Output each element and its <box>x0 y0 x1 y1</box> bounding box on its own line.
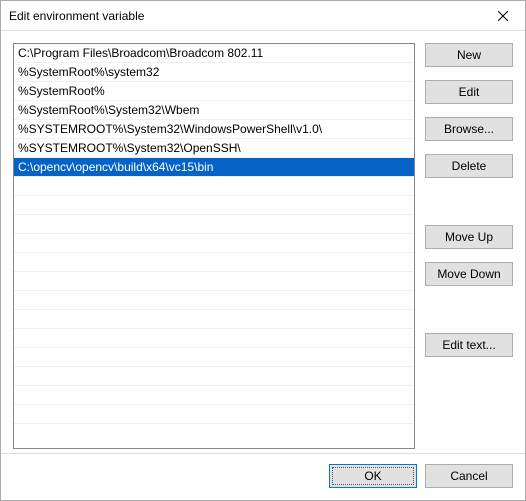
close-button[interactable] <box>481 1 525 31</box>
path-list-empty-row[interactable] <box>14 291 414 310</box>
path-list-empty-row[interactable] <box>14 177 414 196</box>
edit-button[interactable]: Edit <box>425 80 513 104</box>
edit-text-button[interactable]: Edit text... <box>425 333 513 357</box>
path-list-item[interactable]: %SYSTEMROOT%\System32\WindowsPowerShell\… <box>14 120 414 139</box>
path-list-empty-row[interactable] <box>14 196 414 215</box>
dialog-body: C:\Program Files\Broadcom\Broadcom 802.1… <box>1 31 525 453</box>
dialog-window: Edit environment variable C:\Program Fil… <box>0 0 526 501</box>
browse-button[interactable]: Browse... <box>425 117 513 141</box>
move-up-button[interactable]: Move Up <box>425 225 513 249</box>
side-button-column: New Edit Browse... Delete Move Up Move D… <box>425 43 513 449</box>
path-list-empty-row[interactable] <box>14 234 414 253</box>
window-title: Edit environment variable <box>9 9 144 23</box>
path-list-empty-row[interactable] <box>14 386 414 405</box>
path-list-item[interactable]: %SystemRoot% <box>14 82 414 101</box>
path-list-item[interactable]: %SystemRoot%\System32\Wbem <box>14 101 414 120</box>
path-list-empty-row[interactable] <box>14 405 414 424</box>
path-list-item[interactable]: C:\Program Files\Broadcom\Broadcom 802.1… <box>14 44 414 63</box>
path-list-empty-row[interactable] <box>14 215 414 234</box>
path-list-empty-row[interactable] <box>14 424 414 443</box>
path-list-empty-row[interactable] <box>14 329 414 348</box>
close-icon <box>498 11 508 21</box>
path-list-item[interactable]: C:\opencv\opencv\build\x64\vc15\bin <box>14 158 414 177</box>
new-button[interactable]: New <box>425 43 513 67</box>
path-list-empty-row[interactable] <box>14 367 414 386</box>
cancel-button[interactable]: Cancel <box>425 464 513 488</box>
path-list[interactable]: C:\Program Files\Broadcom\Broadcom 802.1… <box>13 43 415 449</box>
ok-button[interactable]: OK <box>329 464 417 488</box>
path-list-empty-row[interactable] <box>14 272 414 291</box>
path-list-empty-row[interactable] <box>14 310 414 329</box>
move-down-button[interactable]: Move Down <box>425 262 513 286</box>
path-list-item[interactable]: %SYSTEMROOT%\System32\OpenSSH\ <box>14 139 414 158</box>
path-list-item[interactable]: %SystemRoot%\system32 <box>14 63 414 82</box>
bottom-bar: OK Cancel <box>1 453 525 500</box>
path-list-empty-row[interactable] <box>14 253 414 272</box>
title-bar: Edit environment variable <box>1 1 525 31</box>
delete-button[interactable]: Delete <box>425 154 513 178</box>
path-list-empty-row[interactable] <box>14 348 414 367</box>
